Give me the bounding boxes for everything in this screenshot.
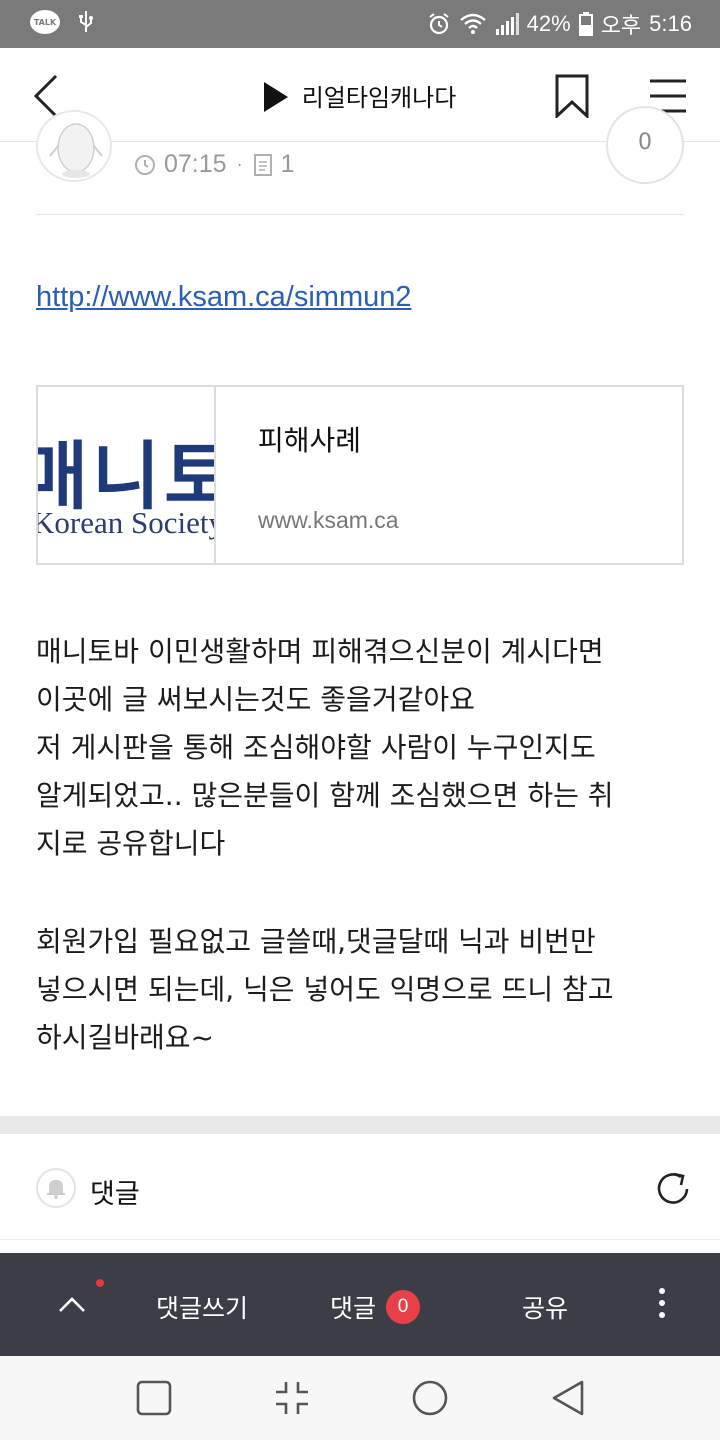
- more-vertical-icon[interactable]: [650, 1283, 674, 1323]
- collapse-screen-icon[interactable]: [272, 1378, 312, 1418]
- comments-header: 댓글: [0, 1134, 720, 1240]
- meta-separator: ·: [236, 154, 243, 174]
- post-body-line: 매니토바 이민생활하며 피해겪으신분이 계시다면: [36, 635, 604, 668]
- post-comment-count: 1: [280, 150, 295, 178]
- bottom-action-bar: 댓글쓰기 댓글 0 공유: [0, 1253, 720, 1356]
- comments-button-label: 댓글: [330, 1294, 377, 1323]
- back-nav-icon[interactable]: [548, 1378, 588, 1418]
- link-preview-title: 피해사례: [258, 424, 362, 457]
- chevron-up-icon[interactable]: [54, 1287, 90, 1323]
- post-body: 매니토바 이민생활하며 피해겪으신분이 계시다면 이곳에 글 써보시는것도 좋을…: [36, 628, 686, 1062]
- like-count: 0: [638, 130, 652, 155]
- new-indicator-dot: [96, 1279, 104, 1287]
- recent-apps-icon[interactable]: [134, 1378, 174, 1418]
- write-comment-button[interactable]: 댓글쓰기: [156, 1289, 248, 1325]
- link-preview-thumbnail: 매니토바 Korean Society: [38, 387, 216, 563]
- share-button[interactable]: 공유: [522, 1289, 568, 1325]
- refresh-icon[interactable]: [652, 1168, 694, 1210]
- section-divider: [0, 1116, 720, 1134]
- post-body-line: 회원가입 필요없고 글쓸때,댓글달때 닉과 비번만: [36, 925, 596, 958]
- post-body-line: 지로 공유합니다: [36, 827, 226, 860]
- play-icon: [263, 82, 288, 112]
- clock-icon: [135, 154, 155, 175]
- usb-icon: [79, 11, 93, 32]
- post-meta: 07:15 · 1: [134, 150, 294, 179]
- post-body-line: 저 게시판을 통해 조심해야할 사람이 누구인지도: [36, 731, 596, 764]
- battery-percent: 42%: [526, 11, 571, 36]
- status-time: 5:16: [649, 11, 692, 36]
- alarm-icon: [429, 13, 449, 35]
- comments-label: 댓글: [90, 1179, 140, 1210]
- post-body-line: 넣으시면 되는데, 닉은 넣어도 익명으로 뜨니 참고: [36, 973, 614, 1006]
- bookmark-icon[interactable]: [554, 74, 590, 118]
- notification-toggle[interactable]: [36, 1168, 76, 1208]
- link-preview-card[interactable]: 매니토바 Korean Society 피해사례 www.ksam.ca: [36, 385, 684, 565]
- avatar[interactable]: [36, 110, 112, 182]
- link-preview-domain: www.ksam.ca: [258, 507, 399, 533]
- thumbnail-text-small: Korean Society: [38, 505, 216, 540]
- system-nav-bar: [0, 1356, 720, 1440]
- post-body-line: 하시길바래요~: [36, 1021, 215, 1054]
- post-time: 07:15: [164, 150, 227, 178]
- home-icon[interactable]: [410, 1378, 450, 1418]
- comment-count-icon: [253, 153, 272, 176]
- channel-title[interactable]: 리얼타임캐나다: [0, 78, 720, 113]
- comments-button[interactable]: 댓글 0: [330, 1289, 421, 1325]
- status-ampm: 오후: [600, 13, 642, 38]
- bell-icon: [47, 1180, 65, 1199]
- kakaotalk-icon: TALK: [30, 10, 60, 34]
- like-button[interactable]: 0: [606, 106, 684, 184]
- battery-icon: [578, 12, 593, 36]
- channel-title-text: 리얼타임캐나다: [301, 84, 457, 112]
- talk-icon-label: TALK: [33, 17, 57, 27]
- post-body-line: 이곳에 글 써보시는것도 좋을거같아요: [36, 683, 475, 716]
- post-body-line: 알게되었고.. 많은분들이 함께 조심했으면 하는 취: [36, 779, 614, 812]
- wifi-icon: [459, 13, 486, 34]
- signal-icon: [495, 13, 519, 35]
- comment-count-badge: 0: [386, 1290, 421, 1324]
- penguin-avatar-icon: [49, 123, 103, 178]
- status-bar: TALK 42% 오후 5:16: [0, 0, 720, 48]
- divider: [36, 214, 684, 215]
- post-link[interactable]: http://www.ksam.ca/simmun2: [36, 281, 412, 314]
